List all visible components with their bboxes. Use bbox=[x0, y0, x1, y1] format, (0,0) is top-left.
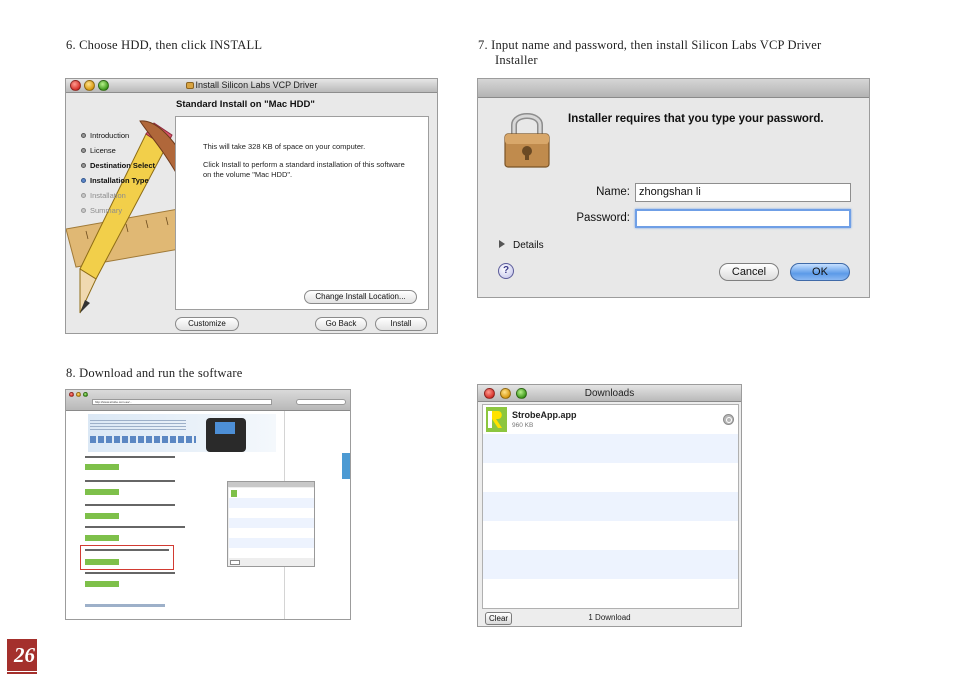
customize-button[interactable]: Customize bbox=[175, 317, 239, 331]
browser-search-field[interactable] bbox=[296, 399, 346, 405]
installer-window: Install Silicon Labs VCP Driver Introduc… bbox=[65, 78, 438, 334]
app-icon bbox=[486, 407, 507, 432]
step-summary: Summary bbox=[81, 203, 155, 218]
browser-zoom-button[interactable] bbox=[83, 392, 88, 397]
download-count: 1 Download bbox=[588, 613, 631, 622]
download-now-button[interactable] bbox=[85, 559, 119, 565]
category-icon-row bbox=[90, 436, 196, 443]
download-now-button[interactable] bbox=[85, 489, 119, 495]
mini-downloads-window bbox=[227, 481, 315, 567]
caption-step-6: 6. Choose HDD, then click INSTALL bbox=[66, 38, 263, 52]
empty-row bbox=[483, 463, 738, 492]
step-installation: Installation bbox=[81, 188, 155, 203]
download-now-button[interactable] bbox=[85, 535, 119, 541]
page-number-rule bbox=[7, 672, 37, 674]
page-footer-line bbox=[85, 604, 165, 607]
cancel-button[interactable]: Cancel bbox=[719, 263, 779, 281]
caption-step-8: 8. Download and run the software bbox=[66, 366, 243, 380]
step-introduction: Introduction bbox=[81, 128, 155, 143]
ok-button[interactable]: OK bbox=[790, 263, 850, 281]
step-license: License bbox=[81, 143, 155, 158]
step-installation-type: Installation Type bbox=[81, 173, 155, 188]
feedback-side-tab[interactable] bbox=[342, 453, 350, 479]
download-item-name: StrobeApp.app bbox=[512, 410, 577, 420]
downloads-list: StrobeApp.app 960 KB bbox=[482, 404, 739, 609]
mini-downloads-list bbox=[229, 488, 314, 558]
download-description-line bbox=[85, 456, 175, 458]
step-destination-select: Destination Select bbox=[81, 158, 155, 173]
installer-content-pane: This will take 328 KB of space on your c… bbox=[175, 116, 429, 310]
mini-downloads-titlebar bbox=[228, 482, 314, 487]
password-field[interactable] bbox=[635, 209, 851, 228]
password-label: Password: bbox=[576, 212, 630, 224]
download-description-line bbox=[85, 572, 175, 574]
name-field[interactable]: zhongshan li bbox=[635, 183, 851, 202]
browser-minimize-button[interactable] bbox=[76, 392, 81, 397]
downloads-title: Downloads bbox=[584, 388, 635, 399]
empty-row bbox=[483, 550, 738, 579]
page-number: 26 bbox=[7, 639, 37, 671]
installer-heading: Standard Install on "Mac HDD" bbox=[176, 99, 315, 110]
download-description-line bbox=[85, 549, 169, 551]
download-now-button[interactable] bbox=[85, 581, 119, 587]
empty-row bbox=[483, 579, 738, 608]
change-install-location-button[interactable]: Change Install Location... bbox=[304, 290, 417, 304]
install-instruction-text: Click Install to perform a standard inst… bbox=[203, 160, 405, 179]
installer-steps: Introduction License Destination Select … bbox=[81, 128, 155, 218]
disclosure-triangle-icon bbox=[499, 240, 505, 248]
empty-row bbox=[483, 492, 738, 521]
details-label: Details bbox=[513, 240, 544, 251]
product-image-screen bbox=[215, 422, 235, 434]
empty-row bbox=[483, 521, 738, 550]
browser-toolbar: http://www.strobe.com.au/... bbox=[66, 390, 350, 411]
address-bar[interactable]: http://www.strobe.com.au/... bbox=[92, 399, 272, 405]
details-disclosure[interactable]: Details bbox=[499, 240, 544, 251]
browser-close-button[interactable] bbox=[69, 392, 74, 397]
help-button[interactable]: ? bbox=[498, 263, 514, 279]
install-button[interactable]: Install bbox=[375, 317, 427, 331]
name-label: Name: bbox=[596, 186, 630, 198]
download-now-button[interactable] bbox=[85, 464, 119, 470]
download-description-line bbox=[85, 480, 175, 482]
reveal-in-finder-icon[interactable] bbox=[723, 414, 734, 425]
browser-window: http://www.strobe.com.au/... bbox=[65, 389, 351, 620]
lock-icon bbox=[504, 113, 550, 168]
empty-row bbox=[483, 434, 738, 463]
download-description-line bbox=[85, 504, 175, 506]
auth-dialog: Installer requires that you type your pa… bbox=[477, 78, 870, 298]
download-now-button[interactable] bbox=[85, 513, 119, 519]
mini-app-icon bbox=[231, 490, 237, 497]
caption-step-7-cont: Installer bbox=[495, 53, 538, 67]
download-description-line bbox=[85, 526, 185, 528]
auth-dialog-topbar bbox=[478, 79, 869, 98]
mini-clear-button[interactable] bbox=[230, 560, 240, 565]
space-required-text: This will take 328 KB of space on your c… bbox=[203, 142, 366, 151]
go-back-button[interactable]: Go Back bbox=[315, 317, 367, 331]
download-item[interactable]: StrobeApp.app 960 KB bbox=[483, 405, 738, 434]
auth-message: Installer requires that you type your pa… bbox=[568, 113, 824, 125]
caption-step-7: 7. Input name and password, then install… bbox=[478, 38, 822, 52]
downloads-window: Downloads StrobeApp.app 960 KB Clear 1 D… bbox=[477, 384, 742, 627]
downloads-titlebar: Downloads bbox=[478, 385, 741, 402]
download-item-size: 960 KB bbox=[512, 422, 534, 429]
page-body-text-block bbox=[90, 420, 186, 430]
